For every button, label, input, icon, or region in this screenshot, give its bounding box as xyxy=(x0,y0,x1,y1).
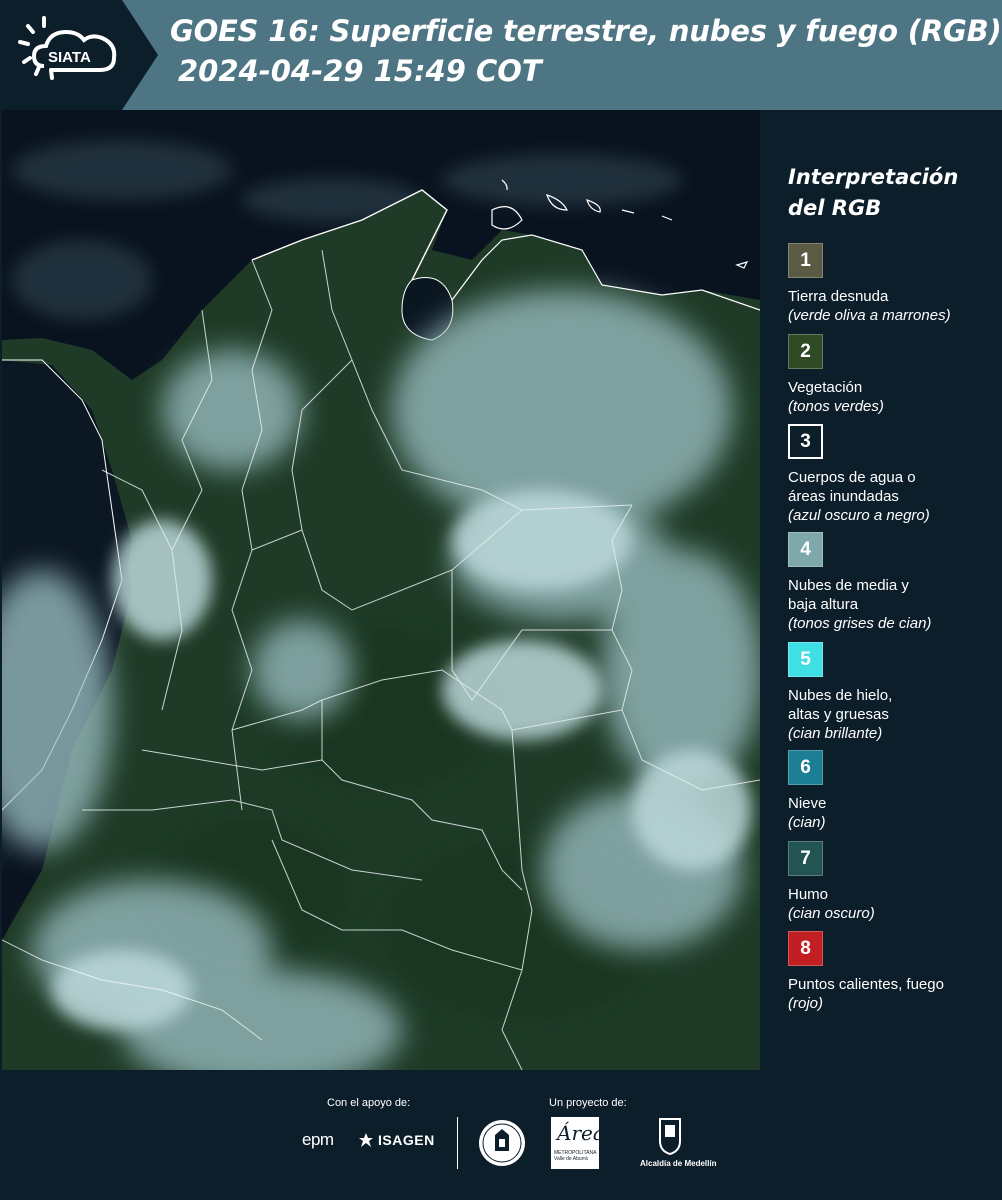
area-logo-sub-2: Valle de Aburrá xyxy=(554,1156,588,1162)
legend-note: (rojo) xyxy=(788,995,824,1012)
medellin-shield-icon xyxy=(659,1118,681,1156)
alcaldia-medellin-logo: Alcaldía de Medellín xyxy=(640,1117,717,1168)
legend-title-line2: del RGB xyxy=(788,196,882,220)
area-logo-word: Área xyxy=(557,1121,605,1145)
legend-note: (cian brillante) xyxy=(788,725,883,742)
legend-item-ice-clouds: 5 Nubes de hielo, altas y gruesas (cian … xyxy=(788,642,998,743)
legend-label: Vegetación xyxy=(788,379,863,396)
legend-title: Interpretación del RGB xyxy=(788,162,958,224)
header-bar: SIATA GOES 16: Superficie terrestre, nub… xyxy=(0,0,1002,110)
legend-swatch: 6 xyxy=(788,750,823,785)
epm-logo: epm xyxy=(302,1130,334,1149)
legend-label-line1: Cuerpos de agua o xyxy=(788,469,916,486)
isagen-logo: ISAGEN xyxy=(358,1132,435,1148)
legend-label-line1: Nubes de hielo, xyxy=(788,687,893,704)
isagen-mark-icon xyxy=(359,1133,373,1147)
area-logo-subtitle: METROPOLITANA Valle de Aburrá xyxy=(554,1150,596,1162)
legend-note: (tonos verdes) xyxy=(788,398,884,415)
legend-note: (cian) xyxy=(788,814,826,831)
legend-label: Nubes de hielo, altas y gruesas xyxy=(788,686,998,724)
legend-label: Nubes de media y baja altura xyxy=(788,576,998,614)
legend-panel: Interpretación del RGB 1 Tierra desnuda … xyxy=(760,110,1002,1070)
footer-divider xyxy=(457,1117,458,1169)
legend-label: Humo xyxy=(788,886,829,903)
isagen-logo-text: ISAGEN xyxy=(378,1132,435,1148)
support-caption: Con el apoyo de: xyxy=(327,1097,411,1109)
legend-swatch: 8 xyxy=(788,931,823,966)
legend-note: (verde oliva a marrones) xyxy=(788,307,951,324)
satellite-map[interactable] xyxy=(2,110,760,1070)
legend-label-line2: altas y gruesas xyxy=(788,706,889,723)
legend-label-line2: áreas inundadas xyxy=(788,488,899,505)
legend-item-bare-soil: 1 Tierra desnuda (verde oliva a marrones… xyxy=(788,243,998,325)
legend-label: Nieve xyxy=(788,795,827,812)
legend-title-line1: Interpretación xyxy=(788,165,959,189)
legend-swatch: 5 xyxy=(788,642,823,677)
legend-item-fire: 8 Puntos calientes, fuego (rojo) xyxy=(788,931,998,1013)
legend-item-smoke: 7 Humo (cian oscuro) xyxy=(788,841,998,923)
legend-swatch: 7 xyxy=(788,841,823,876)
legend-label-line2: baja altura xyxy=(788,596,859,613)
legend-label: Tierra desnuda xyxy=(788,288,889,305)
legend-swatch: 4 xyxy=(788,532,823,567)
legend-item-low-clouds: 4 Nubes de media y baja altura (tonos gr… xyxy=(788,532,998,633)
legend-swatch: 1 xyxy=(788,243,823,278)
legend-label-line1: Nubes de media y xyxy=(788,577,909,594)
legend-item-vegetation: 2 Vegetación (tonos verdes) xyxy=(788,334,998,416)
area-metropolitana-logo: Área METROPOLITANA Valle de Aburrá xyxy=(551,1117,605,1169)
legend-label: Puntos calientes, fuego xyxy=(788,976,944,993)
legend-note: (azul oscuro a negro) xyxy=(788,507,930,524)
page-title: GOES 16: Superficie terrestre, nubes y f… xyxy=(170,14,1002,48)
satellite-rgb-image xyxy=(2,110,760,1070)
footer: Con el apoyo de: Un proyecto de: epm ISA… xyxy=(0,1070,1002,1200)
siata-logo: SIATA xyxy=(0,0,158,110)
legend-note: (tonos grises de cian) xyxy=(788,615,932,632)
legend-swatch: 3 xyxy=(788,424,823,459)
medellin-text: Alcaldía de Medellín xyxy=(640,1159,717,1168)
legend-item-water: 3 Cuerpos de agua o áreas inundadas (azu… xyxy=(788,424,998,525)
page-timestamp: 2024-04-29 15:49 COT xyxy=(178,54,542,88)
legend-label: Cuerpos de agua o áreas inundadas xyxy=(788,468,998,506)
project-caption: Un proyecto de: xyxy=(549,1097,627,1109)
legend-note: (cian oscuro) xyxy=(788,905,875,922)
siata-seal-logo xyxy=(477,1117,527,1173)
legend-swatch: 2 xyxy=(788,334,823,369)
siata-logo-text: SIATA xyxy=(48,49,91,66)
legend-item-snow: 6 Nieve (cian) xyxy=(788,750,998,832)
